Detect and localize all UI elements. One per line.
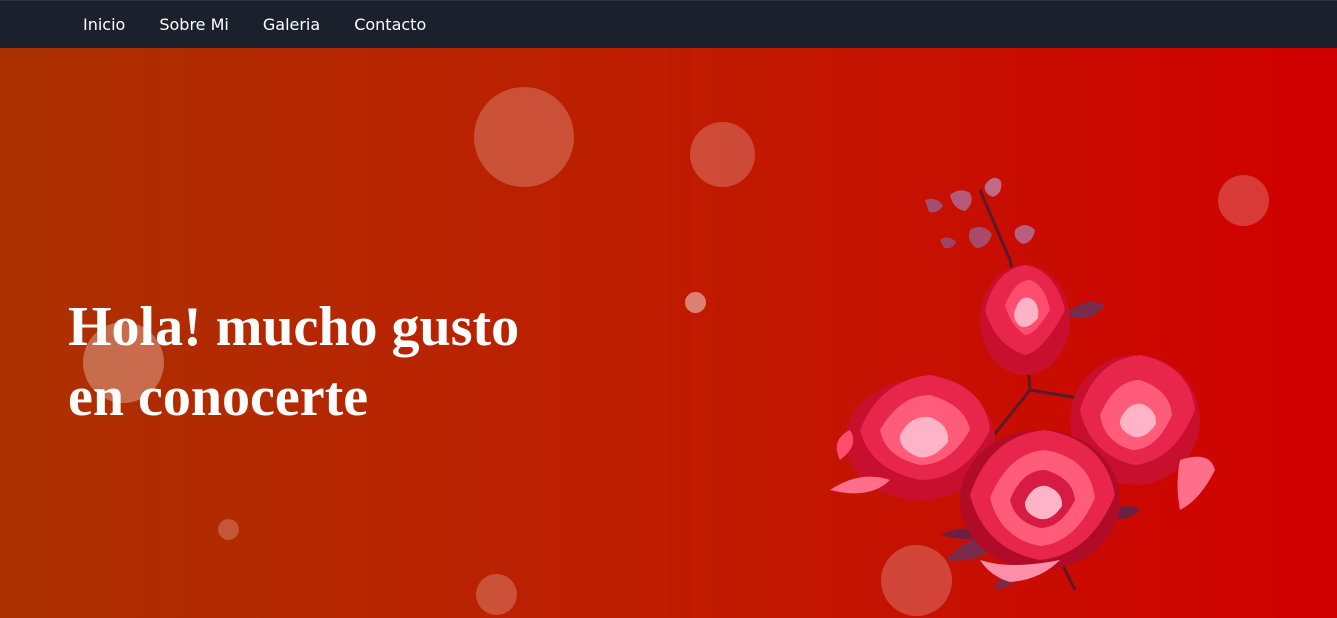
decorative-bubble (474, 87, 574, 187)
decorative-bubble (476, 574, 517, 615)
decorative-bubble (690, 122, 755, 187)
hero-section: Hola! mucho gusto en conocerte (0, 48, 1337, 618)
nav-link-galeria[interactable]: Galeria (246, 1, 337, 49)
hero-title-line-2: en conocerte (68, 366, 369, 428)
top-navbar: Inicio Sobre Mi Galeria Contacto (0, 0, 1337, 48)
roses-bouquet-icon (830, 177, 1215, 591)
nav-link-sobre-mi[interactable]: Sobre Mi (142, 1, 246, 49)
nav-link-contacto[interactable]: Contacto (337, 1, 443, 49)
nav-link-inicio[interactable]: Inicio (66, 1, 142, 49)
decorative-bubble (1218, 175, 1269, 226)
decorative-bubble (218, 519, 239, 540)
hero-title: Hola! mucho gusto en conocerte (68, 292, 628, 432)
hero-title-line-1: Hola! mucho gusto (68, 296, 520, 358)
decorative-bubble (685, 292, 706, 313)
